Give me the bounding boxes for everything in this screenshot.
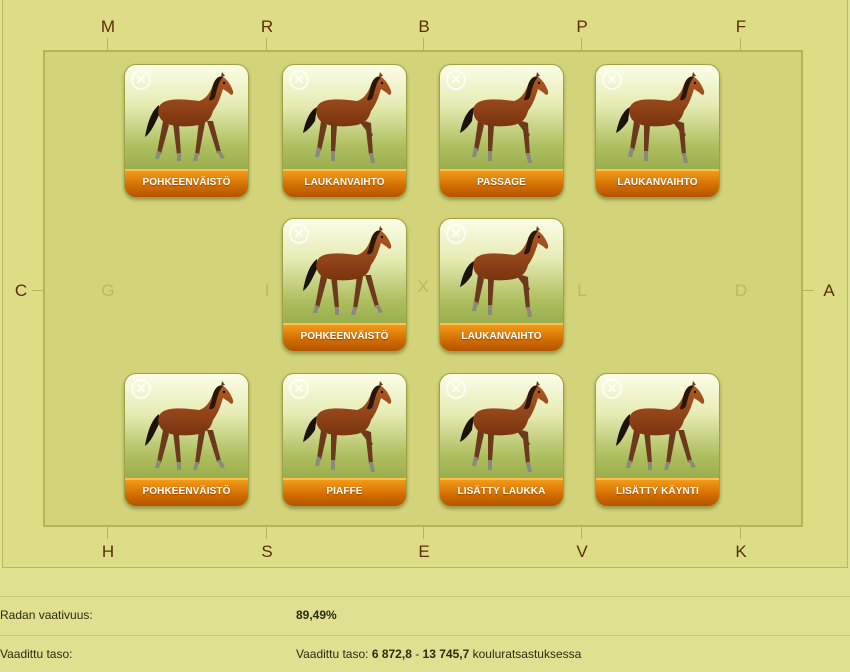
required-level-row: Vaadittu taso: Vaadittu taso: 6 872,8 - … (0, 635, 850, 672)
movement-label: PASSAGE (440, 169, 563, 197)
movement-card[interactable]: ✕ LISÄTTY KÄYNTI (595, 373, 720, 507)
horse-icon (145, 72, 234, 161)
horse-icon (303, 381, 392, 472)
tick (581, 38, 582, 50)
remove-card-icon[interactable]: ✕ (289, 70, 309, 90)
level-suffix: kouluratsastuksessa (469, 647, 582, 661)
movement-label: LAUKANVAIHTO (440, 323, 563, 351)
marker-A: A (823, 281, 835, 300)
tick (581, 527, 582, 539)
marker-L: L (577, 281, 587, 300)
required-level-label: Vaadittu taso: (0, 647, 73, 661)
tick (107, 38, 108, 50)
movement-card[interactable]: ✕ LAUKANVAIHTO (595, 64, 720, 198)
level-separator: - (411, 647, 423, 661)
level-prefix: Vaadittu taso: (296, 647, 372, 661)
movement-card[interactable]: ✕ POHKEENVÄISTÖ (124, 373, 249, 507)
movement-card[interactable]: ✕ POHKEENVÄISTÖ (282, 218, 407, 352)
horse-icon (460, 72, 549, 163)
level-max: 13 745,7 (422, 647, 470, 661)
movement-card[interactable]: ✕ PASSAGE (439, 64, 564, 198)
marker-C: C (14, 281, 28, 300)
marker-R: R (260, 17, 274, 36)
remove-card-icon[interactable]: ✕ (602, 70, 622, 90)
remove-card-icon[interactable]: ✕ (446, 70, 466, 90)
movement-label: LISÄTTY LAUKKA (440, 478, 563, 506)
remove-card-icon[interactable]: ✕ (131, 70, 151, 90)
marker-H: H (101, 542, 115, 561)
marker-M: M (100, 17, 116, 36)
horse-icon (616, 72, 705, 163)
difficulty-row: Radan vaativuus: 89,49% (0, 596, 850, 632)
movement-label: LAUKANVAIHTO (283, 169, 406, 197)
marker-K: K (735, 542, 747, 561)
marker-I: I (264, 281, 270, 300)
movement-card[interactable]: ✕ LAUKANVAIHTO (282, 64, 407, 198)
movement-card[interactable]: ✕ LAUKANVAIHTO (439, 218, 564, 352)
horse-icon (145, 381, 234, 470)
remove-card-icon[interactable]: ✕ (131, 379, 151, 399)
marker-E: E (418, 542, 430, 561)
tick (266, 527, 267, 539)
movement-label: LAUKANVAIHTO (596, 169, 719, 197)
movement-label: LISÄTTY KÄYNTI (596, 478, 719, 506)
marker-G: G (101, 281, 115, 300)
remove-card-icon[interactable]: ✕ (446, 224, 466, 244)
movement-card[interactable]: ✕ LISÄTTY LAUKKA (439, 373, 564, 507)
horse-icon (303, 226, 392, 315)
marker-X: X (417, 277, 429, 296)
marker-V: V (576, 542, 588, 561)
tick (107, 527, 108, 539)
tick (740, 527, 741, 539)
remove-card-icon[interactable]: ✕ (289, 379, 309, 399)
marker-P: P (576, 17, 588, 36)
horse-icon (460, 226, 549, 317)
level-min: 6 872,8 (371, 647, 412, 661)
movement-label: POHKEENVÄISTÖ (125, 478, 248, 506)
marker-F: F (735, 17, 747, 36)
tick (740, 38, 741, 50)
horse-icon (616, 381, 705, 470)
remove-card-icon[interactable]: ✕ (602, 379, 622, 399)
tick (423, 38, 424, 50)
movement-label: POHKEENVÄISTÖ (125, 169, 248, 197)
movement-label: PIAFFE (283, 478, 406, 506)
tick (803, 290, 814, 291)
movement-card[interactable]: ✕ POHKEENVÄISTÖ (124, 64, 249, 198)
tick (266, 38, 267, 50)
required-level-value: Vaadittu taso: 6 872,8 - 13 745,7 koulur… (296, 647, 581, 661)
marker-B: B (418, 17, 430, 36)
remove-card-icon[interactable]: ✕ (446, 379, 466, 399)
movement-card[interactable]: ✕ PIAFFE (282, 373, 407, 507)
horse-icon (303, 72, 392, 163)
marker-S: S (261, 542, 273, 561)
difficulty-label: Radan vaativuus: (0, 608, 93, 622)
difficulty-value: 89,49% (296, 608, 337, 622)
remove-card-icon[interactable]: ✕ (289, 224, 309, 244)
movement-label: POHKEENVÄISTÖ (283, 323, 406, 351)
tick (423, 527, 424, 539)
tick (32, 290, 43, 291)
horse-icon (460, 381, 549, 472)
marker-D: D (734, 281, 748, 300)
